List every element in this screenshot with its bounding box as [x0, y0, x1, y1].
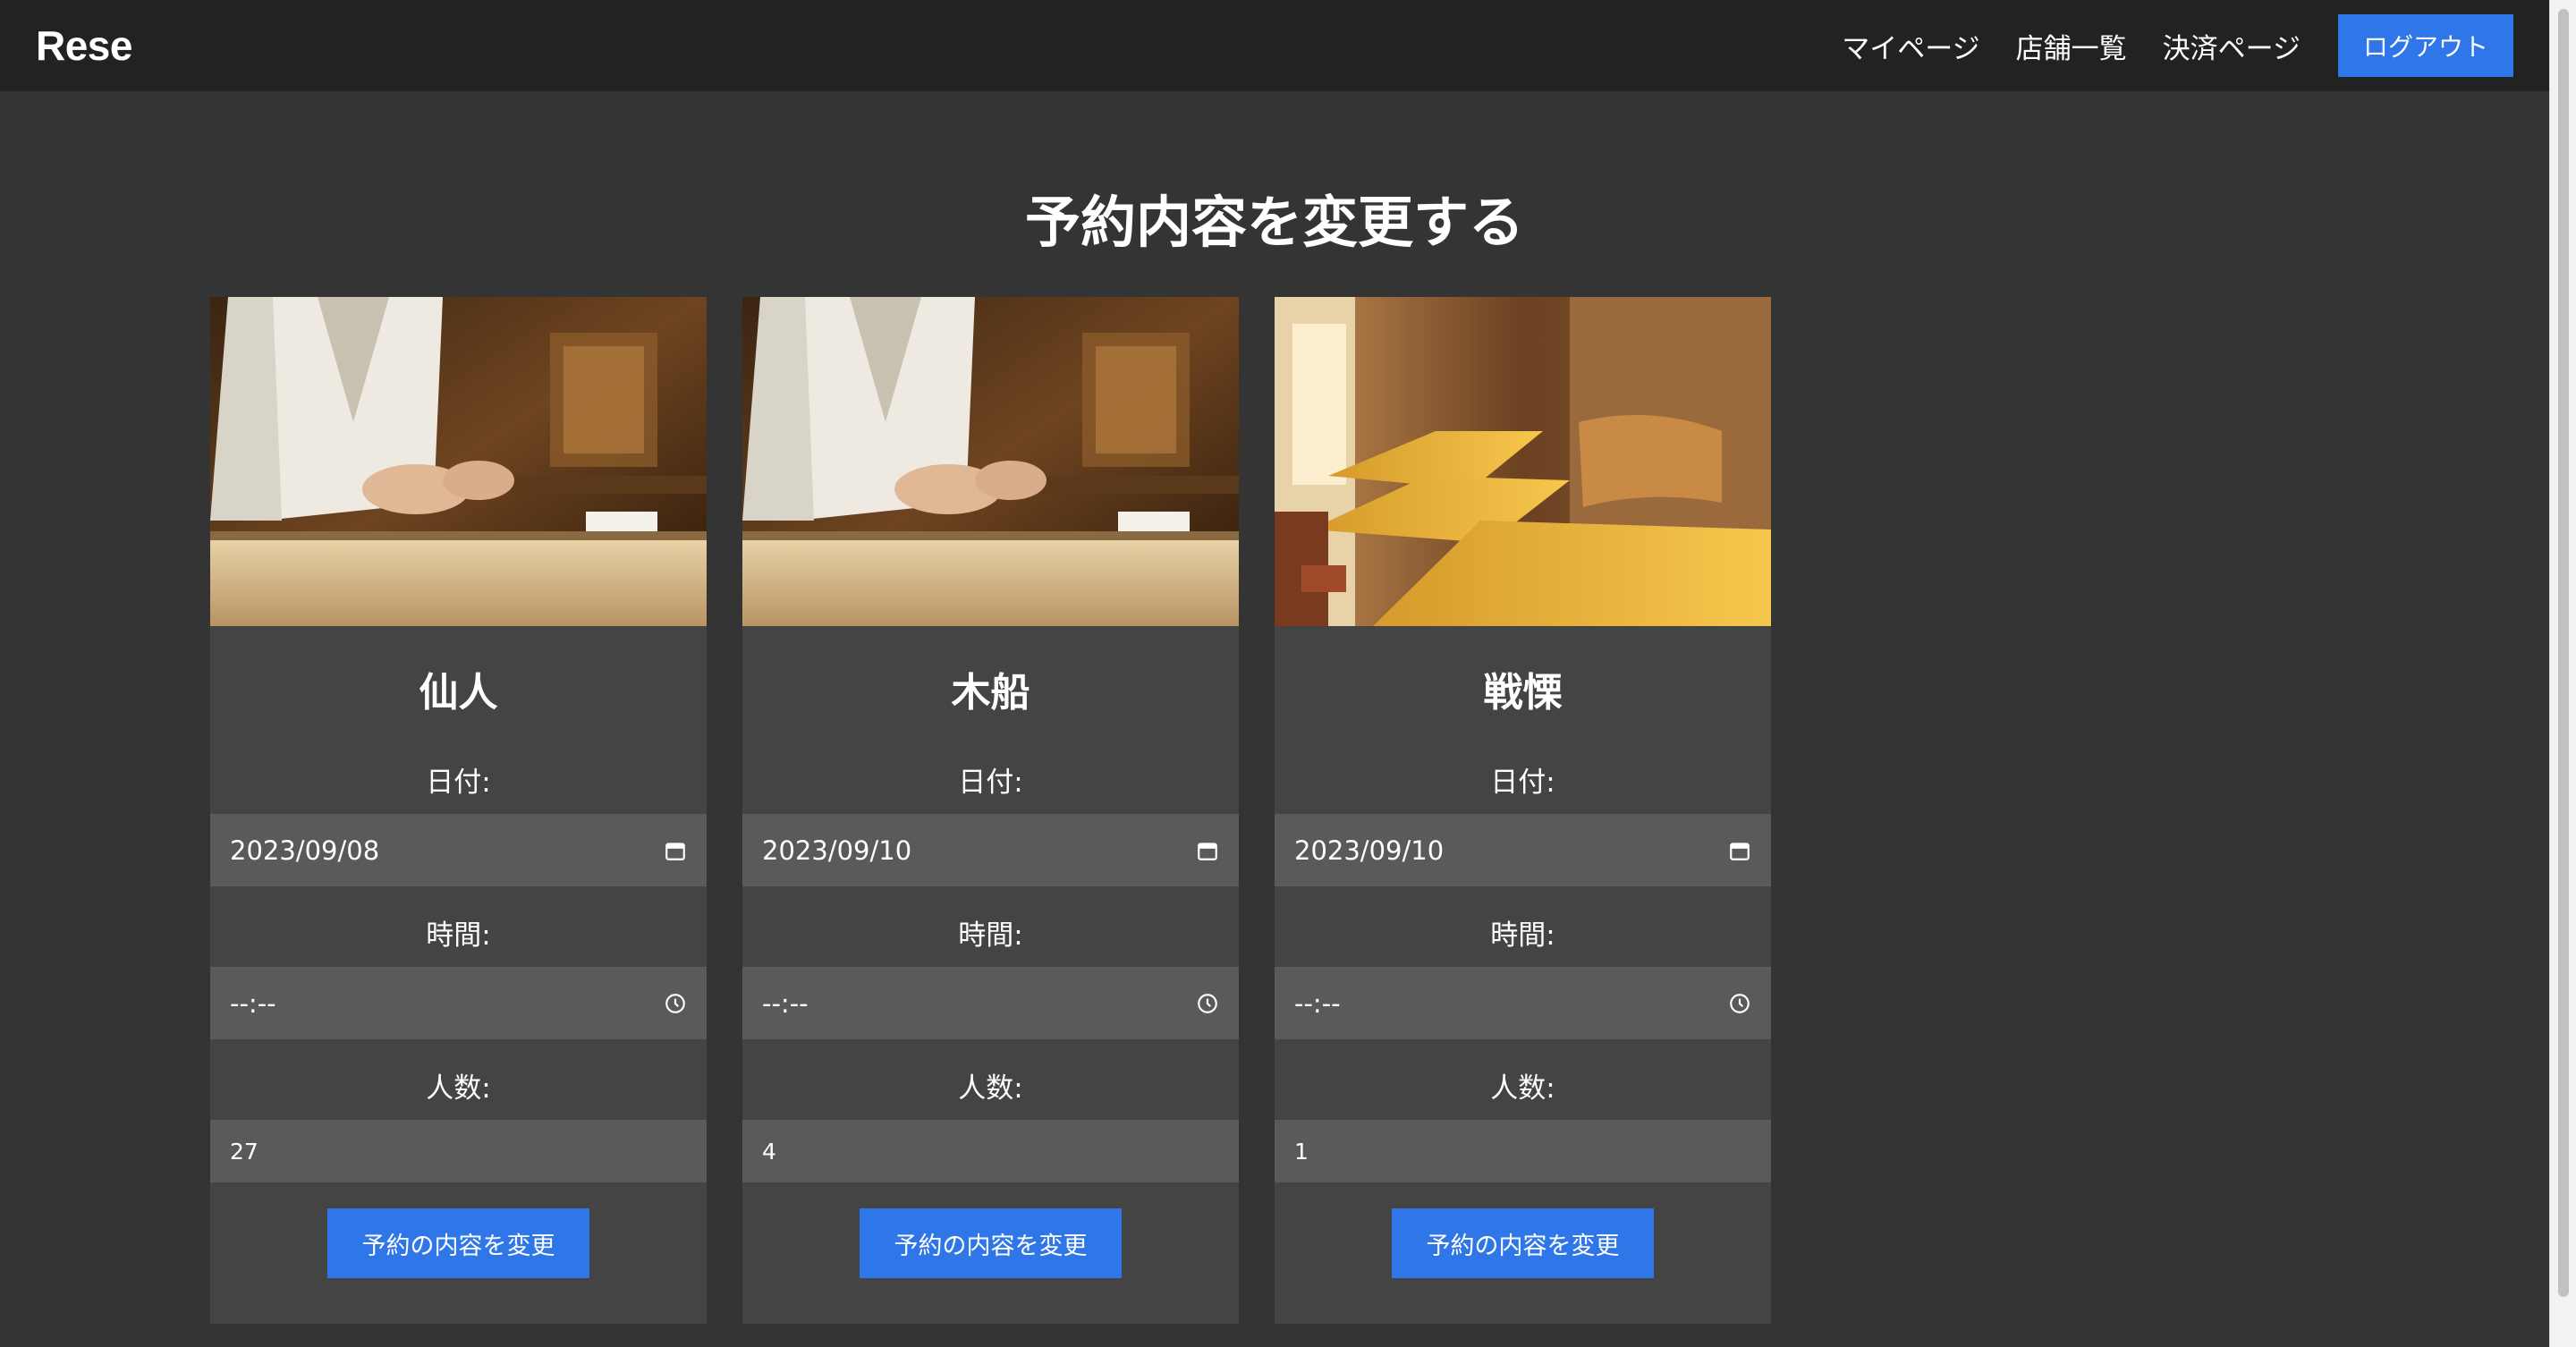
izakaya-interior-photo: [1275, 297, 1771, 626]
date-label: 日付:: [426, 767, 491, 799]
app-logo[interactable]: Rese: [36, 21, 132, 70]
calendar-icon[interactable]: [1728, 839, 1751, 862]
shop-name: 木船: [951, 670, 1030, 716]
people-value: 1: [1294, 1138, 1309, 1165]
main-nav: マイページ 店舗一覧 決済ページ ログアウト: [1806, 14, 2513, 77]
shop-name: 戦慄: [1483, 670, 1563, 716]
calendar-icon[interactable]: [664, 839, 687, 862]
people-label: 人数:: [426, 1072, 491, 1105]
page-title: 予約内容を変更する: [1024, 190, 1524, 255]
sushi-chef-photo: [210, 297, 707, 626]
app-page: Rese マイページ 店舗一覧 決済ページ ログアウト 予約内容を変更する 仙人…: [0, 0, 2576, 1347]
shop-name: 仙人: [419, 670, 498, 716]
vertical-scrollbar[interactable]: [2549, 0, 2576, 1347]
people-value: 27: [230, 1138, 258, 1165]
date-value: 2023/09/10: [762, 834, 912, 866]
date-label: 日付:: [1490, 767, 1555, 799]
time-input[interactable]: --:--: [1275, 967, 1771, 1039]
sushi-chef-photo: [742, 297, 1239, 626]
calendar-icon[interactable]: [1196, 839, 1219, 862]
date-value: 2023/09/08: [230, 834, 380, 866]
change-reservation-button[interactable]: 予約の内容を変更: [860, 1208, 1122, 1278]
date-input[interactable]: 2023/09/10: [1275, 814, 1771, 886]
time-input[interactable]: --:--: [210, 967, 707, 1039]
top-header: Rese マイページ 店舗一覧 決済ページ ログアウト: [0, 0, 2549, 91]
reservation-cards: 仙人 日付: 2023/09/08 時間: --:-- 人数: 27 予約の内容…: [210, 297, 1807, 1324]
reservation-card: 仙人 日付: 2023/09/08 時間: --:-- 人数: 27 予約の内容…: [210, 297, 707, 1324]
nav-link-shop-list[interactable]: 店舗一覧: [2016, 26, 2127, 66]
clock-icon[interactable]: [664, 992, 687, 1015]
people-input[interactable]: 27: [210, 1120, 707, 1182]
people-label: 人数:: [958, 1072, 1023, 1105]
change-reservation-button[interactable]: 予約の内容を変更: [327, 1208, 589, 1278]
reservation-card: 木船 日付: 2023/09/10 時間: --:-- 人数: 4 予約の内容を…: [742, 297, 1239, 1324]
time-label: 時間:: [426, 919, 491, 952]
time-label: 時間:: [1490, 919, 1555, 952]
clock-icon[interactable]: [1196, 992, 1219, 1015]
change-reservation-button[interactable]: 予約の内容を変更: [1392, 1208, 1654, 1278]
clock-icon[interactable]: [1728, 992, 1751, 1015]
time-value: --:--: [762, 987, 809, 1019]
reservation-card: 戦慄 日付: 2023/09/10 時間: --:-- 人数: 1 予約の内容を…: [1275, 297, 1771, 1324]
people-label: 人数:: [1490, 1072, 1555, 1105]
people-input[interactable]: 1: [1275, 1120, 1771, 1182]
date-label: 日付:: [958, 767, 1023, 799]
date-input[interactable]: 2023/09/08: [210, 814, 707, 886]
time-label: 時間:: [958, 919, 1023, 952]
date-value: 2023/09/10: [1294, 834, 1445, 866]
time-value: --:--: [230, 987, 276, 1019]
scrollbar-thumb[interactable]: [2558, 9, 2569, 1297]
logout-button[interactable]: ログアウト: [2338, 14, 2513, 77]
time-value: --:--: [1294, 987, 1341, 1019]
nav-link-mypage[interactable]: マイページ: [1842, 26, 1979, 66]
date-input[interactable]: 2023/09/10: [742, 814, 1239, 886]
time-input[interactable]: --:--: [742, 967, 1239, 1039]
people-input[interactable]: 4: [742, 1120, 1239, 1182]
people-value: 4: [762, 1138, 776, 1165]
nav-link-payment[interactable]: 決済ページ: [2163, 26, 2301, 66]
